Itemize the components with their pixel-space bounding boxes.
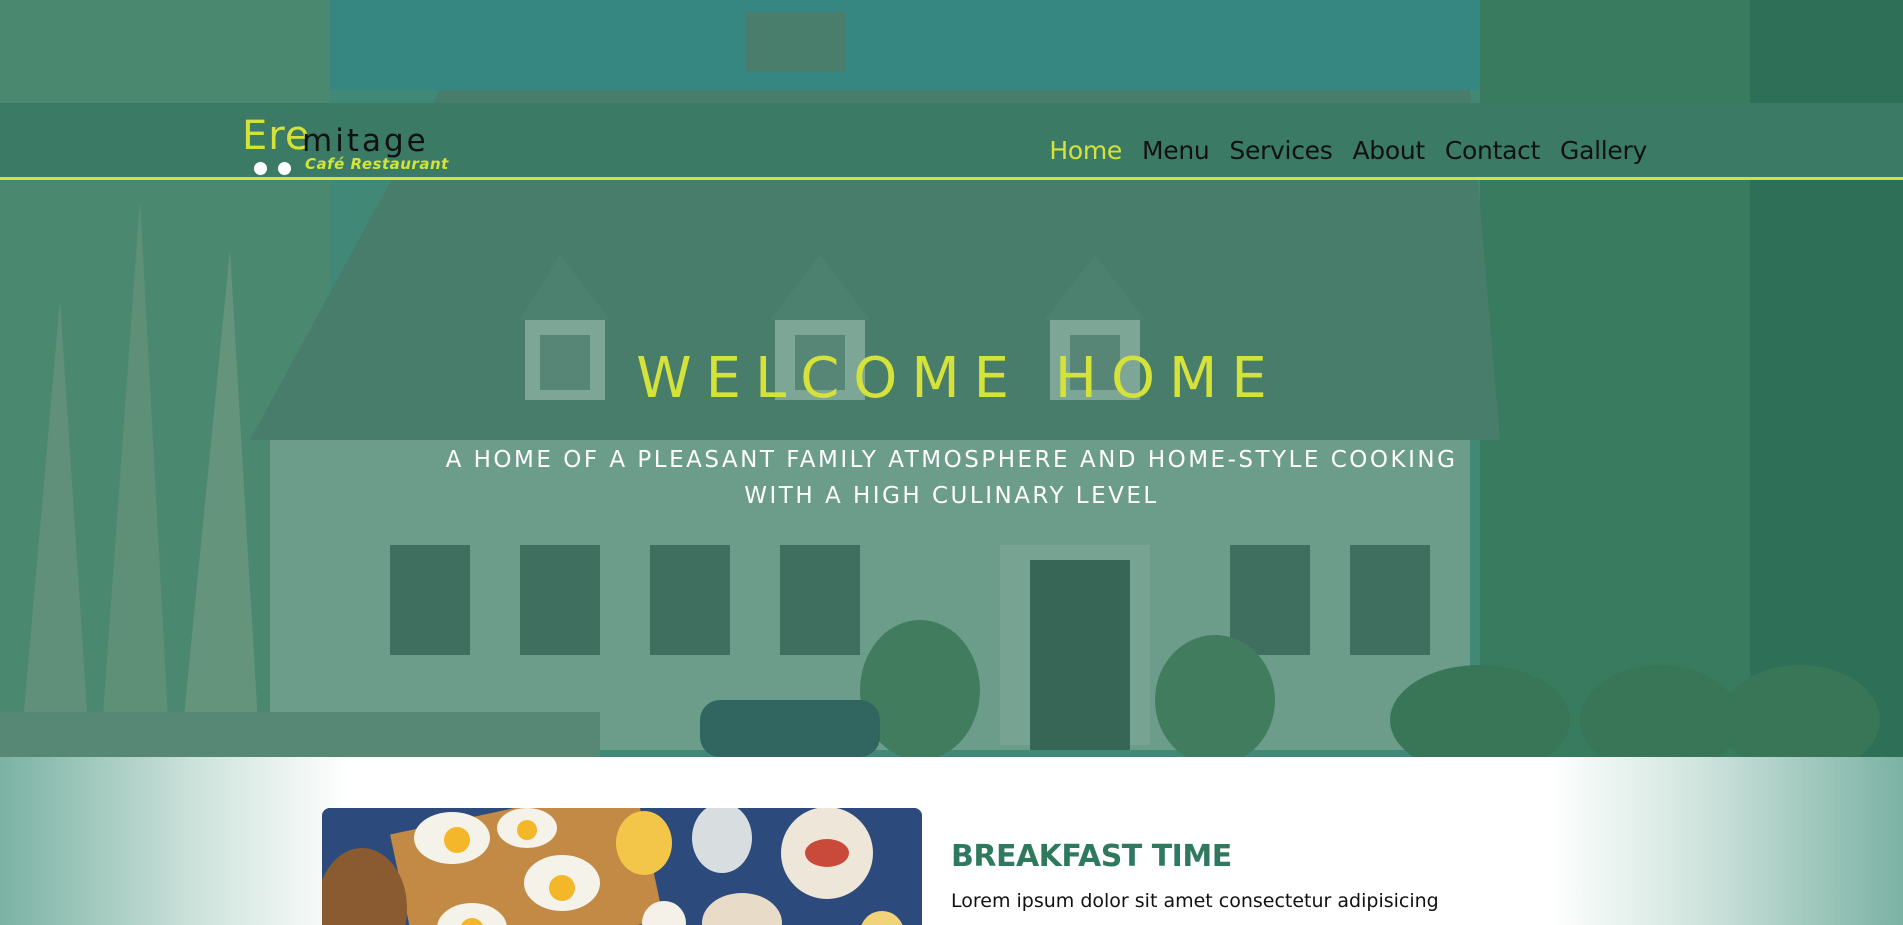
nav-link-menu[interactable]: Menu — [1142, 136, 1210, 165]
nav-link-gallery[interactable]: Gallery — [1560, 136, 1647, 165]
breakfast-photo — [322, 808, 922, 925]
hero-title: WELCOME HOME — [636, 346, 1281, 411]
brand-logo[interactable]: Ere mitage Café Restaurant — [242, 113, 472, 175]
brand-name-part1: Ere — [242, 113, 311, 159]
nav-link-services[interactable]: Services — [1229, 136, 1332, 165]
nav-link-about[interactable]: About — [1352, 136, 1425, 165]
hero-subtitle-line-1: A HOME OF A PLEASANT FAMILY ATMOSPHERE A… — [445, 447, 1458, 473]
breakfast-section: BREAKFAST TIME Lorem ipsum dolor sit ame… — [0, 757, 1903, 925]
logo-dot-icon — [278, 162, 291, 175]
nav-link-contact[interactable]: Contact — [1445, 136, 1540, 165]
main-nav: Home Menu Services About Contact Gallery — [1049, 136, 1647, 165]
section-text: Lorem ipsum dolor sit amet consectetur a… — [951, 890, 1439, 912]
section-title: BREAKFAST TIME — [951, 839, 1232, 874]
nav-link-home[interactable]: Home — [1049, 136, 1122, 165]
brand-tagline: Café Restaurant — [305, 155, 449, 173]
logo-dot-icon — [254, 162, 267, 175]
brand-name-part2: mitage — [302, 123, 429, 159]
hero-subtitle: A HOME OF A PLEASANT FAMILY ATMOSPHERE A… — [400, 442, 1503, 514]
top-navbar: Ere mitage Café Restaurant Home Menu Ser… — [0, 103, 1903, 180]
hero-subtitle-line-2: WITH A HIGH CULINARY LEVEL — [744, 483, 1159, 509]
breakfast-image — [322, 808, 922, 925]
